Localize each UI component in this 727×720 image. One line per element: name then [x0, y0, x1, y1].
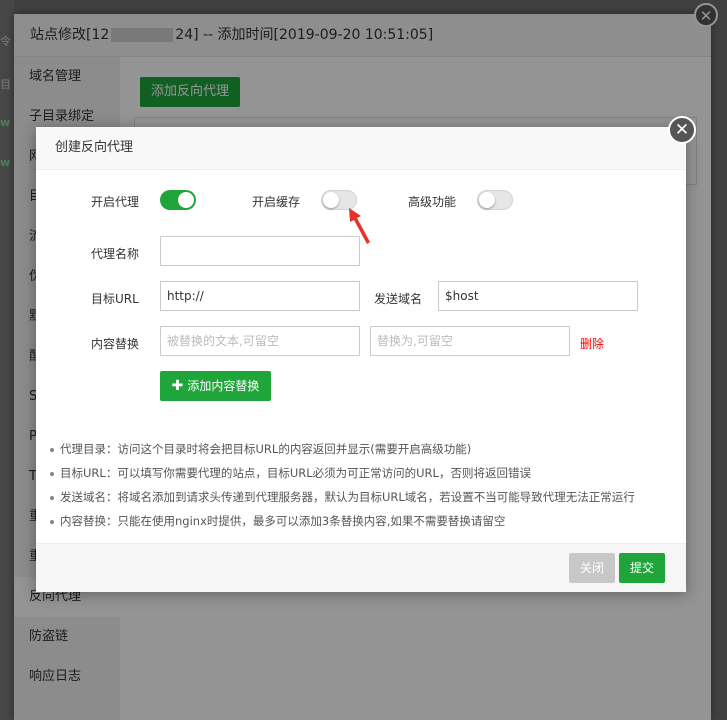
- help-notes: 代理目录：访问这个目录时将会把目标URL的内容返回并显示(需要开启高级功能) 目…: [50, 437, 635, 533]
- send-domain-input[interactable]: [438, 281, 638, 311]
- note-text: 代理目录：访问这个目录时将会把目标URL的内容返回并显示(需要开启高级功能): [60, 442, 472, 456]
- enable-proxy-label: 开启代理: [91, 195, 140, 209]
- toggle-knob: [479, 192, 495, 208]
- note-text: 目标URL：可以填写你需要代理的站点，目标URL必须为可正常访问的URL，否则将…: [60, 466, 531, 480]
- plus-icon: ✚: [171, 378, 184, 394]
- note-text: 内容替换：只能在使用nginx时提供，最多可以添加3条替换内容,如果不需要替换请…: [60, 514, 506, 528]
- dialog-title: 创建反向代理: [36, 127, 686, 170]
- enable-proxy-toggle[interactable]: [160, 190, 196, 210]
- toggle-knob: [178, 192, 194, 208]
- annotation-arrow-icon: [349, 208, 370, 244]
- target-url-input[interactable]: [160, 281, 360, 311]
- proxy-name-label: 代理名称: [91, 247, 140, 261]
- replace-to-input[interactable]: [370, 326, 570, 356]
- replace-from-input[interactable]: [160, 326, 360, 356]
- note-item: 发送域名：将域名添加到请求头传递到代理服务器，默认为目标URL域名，若设置不当可…: [50, 485, 635, 509]
- add-content-replace-button[interactable]: ✚ 添加内容替换: [160, 371, 271, 401]
- close-icon[interactable]: ✕: [668, 116, 696, 144]
- note-text: 发送域名：将域名添加到请求头传递到代理服务器，默认为目标URL域名，若设置不当可…: [60, 490, 635, 504]
- advanced-toggle[interactable]: [477, 190, 513, 210]
- create-proxy-dialog: 创建反向代理 ✕ 开启代理 开启缓存 高级功能 代理名称 目标URL 发送域名 …: [36, 116, 696, 592]
- bullet-icon: [50, 447, 54, 452]
- submit-button[interactable]: 提交: [619, 553, 665, 583]
- note-item: 目标URL：可以填写你需要代理的站点，目标URL必须为可正常访问的URL，否则将…: [50, 461, 635, 485]
- advanced-label: 高级功能: [408, 195, 457, 209]
- add-content-replace-label: 添加内容替换: [187, 379, 260, 393]
- delete-replace-link[interactable]: 删除: [580, 335, 604, 352]
- bullet-icon: [50, 495, 54, 500]
- target-url-label: 目标URL: [91, 292, 139, 306]
- bullet-icon: [50, 471, 54, 476]
- dialog-footer: 关闭 提交: [36, 543, 686, 592]
- note-item: 内容替换：只能在使用nginx时提供，最多可以添加3条替换内容,如果不需要替换请…: [50, 509, 635, 533]
- proxy-name-input[interactable]: [160, 236, 360, 266]
- send-domain-label: 发送域名: [374, 292, 423, 306]
- bullet-icon: [50, 519, 54, 524]
- content-replace-label: 内容替换: [91, 337, 140, 351]
- close-button[interactable]: 关闭: [569, 553, 615, 583]
- enable-cache-label: 开启缓存: [252, 195, 301, 209]
- toggle-knob: [323, 192, 339, 208]
- note-item: 代理目录：访问这个目录时将会把目标URL的内容返回并显示(需要开启高级功能): [50, 437, 635, 461]
